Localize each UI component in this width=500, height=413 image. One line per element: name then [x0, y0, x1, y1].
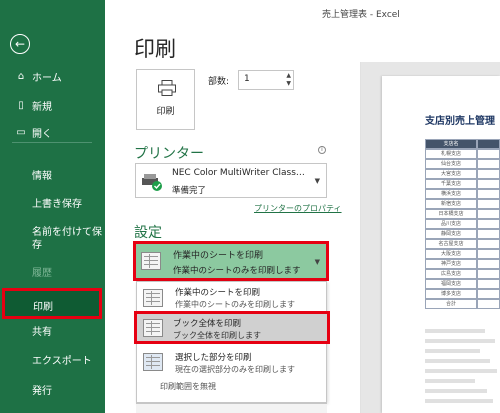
table-row: 福岡支店: [425, 279, 500, 289]
table-row: 大宮支店: [425, 169, 500, 179]
sidebar-item-save[interactable]: 上書き保存: [32, 198, 82, 211]
sidebar-item-history: 履歴: [32, 268, 52, 279]
spin-arrows-icon[interactable]: ▲ ▼: [286, 72, 291, 88]
option-title: 選択した部分を印刷: [175, 353, 252, 363]
table-row: 静岡支店: [425, 229, 500, 239]
sidebar-item-publish[interactable]: 発行: [32, 385, 52, 398]
backstage-sidebar: ← ⌂ ホーム ▯ 新規 ▭ 開く 情報 上書き保存 名前を付けて保 存 履歴 …: [0, 0, 105, 413]
option-title: ブック全体を印刷: [173, 319, 242, 329]
window-title: 売上管理表 - Excel: [322, 10, 400, 20]
workbook-icon: [143, 319, 163, 337]
sidebar-item-info[interactable]: 情報: [32, 170, 52, 183]
sidebar-item-new[interactable]: ▯ 新規: [0, 98, 105, 113]
copies-stepper[interactable]: 1 ▲ ▼: [238, 70, 294, 90]
chevron-down-icon: ▼: [314, 177, 320, 185]
table-row: 新宿支店: [425, 199, 500, 209]
table-row: 神戸支店: [425, 259, 500, 269]
option-selection[interactable]: 選択した部分を印刷 現在の選択部分のみを印刷します: [137, 348, 326, 378]
print-what-dropdown[interactable]: 作業中のシートを印刷 作業中のシートのみを印刷します ▼: [133, 241, 329, 281]
printer-name: NEC Color MultiWriter Class…: [172, 168, 305, 178]
page-title: 印刷: [134, 37, 176, 61]
table-row: 千葉支店: [425, 179, 500, 189]
option-active-sheets[interactable]: 作業中のシートを印刷 作業中のシートのみを印刷します: [137, 284, 326, 312]
option-entire-workbook[interactable]: ブック全体を印刷 ブック全体を印刷します: [134, 311, 330, 344]
settings-section-header: 設定: [134, 225, 162, 241]
print-button[interactable]: 印刷: [136, 69, 195, 130]
option-subtitle: ブック全体を印刷します: [173, 331, 261, 340]
table-row: 名古屋支店: [425, 239, 500, 249]
sidebar-item-label: 開く: [32, 129, 52, 140]
sidebar-item-label: 印刷: [33, 302, 53, 313]
sidebar-item-save-as[interactable]: 名前を付けて保: [32, 226, 102, 239]
sidebar-item-print[interactable]: 印刷: [2, 288, 102, 319]
table-row: 仙台支店: [425, 159, 500, 169]
option-title: 作業中のシートを印刷: [175, 288, 261, 298]
selection-icon: [143, 353, 163, 371]
print-what-title: 作業中のシートを印刷: [173, 251, 264, 261]
next-setting-strip: [136, 403, 327, 413]
table-row: 大阪支店: [425, 249, 500, 259]
sidebar-item-label: 新規: [32, 102, 52, 113]
printer-status-icon: [142, 174, 162, 191]
ignore-print-area-option[interactable]: 印刷範囲を無視: [160, 381, 216, 392]
preview-header-cell: 支店名: [425, 139, 477, 149]
printer-status: 準備完了: [172, 186, 207, 196]
printer-properties-link[interactable]: プリンターのプロパティ: [254, 203, 342, 214]
sidebar-item-export[interactable]: エクスポート: [32, 355, 92, 368]
table-row: 横浜支店: [425, 189, 500, 199]
preview-chart-placeholder: [425, 325, 500, 410]
table-row: 札幌支店: [425, 149, 500, 159]
printer-dropdown[interactable]: NEC Color MultiWriter Class… 準備完了 ▼: [135, 163, 327, 198]
table-row: 博多支店: [425, 289, 500, 299]
sidebar-item-label: ホーム: [32, 73, 62, 84]
info-icon[interactable]: i: [318, 146, 326, 154]
copies-value: 1: [244, 74, 250, 84]
table-row: 品川支店: [425, 219, 500, 229]
table-row: 日本橋支店: [425, 209, 500, 219]
option-subtitle: 作業中のシートのみを印刷します: [175, 300, 295, 309]
copies-label: 部数:: [208, 77, 230, 87]
sidebar-item-home[interactable]: ⌂ ホーム: [0, 69, 105, 84]
sheet-icon: [141, 252, 161, 270]
table-row: 広島支店: [425, 269, 500, 279]
print-button-label: 印刷: [156, 107, 175, 117]
back-arrow-icon[interactable]: ←: [10, 34, 30, 54]
sidebar-item-open[interactable]: ▭ 開く: [0, 125, 105, 140]
home-icon: ⌂: [17, 71, 25, 82]
sidebar-item-save-as-cont[interactable]: 存: [32, 239, 42, 252]
sidebar-divider: [12, 142, 92, 143]
new-document-icon: ▯: [18, 100, 24, 111]
printer-icon: [158, 80, 176, 96]
open-folder-icon: ▭: [16, 127, 26, 138]
option-subtitle: 現在の選択部分のみを印刷します: [175, 365, 295, 374]
table-row: 合計: [425, 299, 500, 309]
printer-section-header: プリンター: [134, 146, 204, 162]
sidebar-item-share[interactable]: 共有: [32, 326, 52, 339]
preview-title: 支店別売上管理: [425, 116, 495, 127]
print-what-subtitle: 作業中のシートのみを印刷します: [173, 266, 301, 276]
preview-table-header: 支店名: [425, 139, 500, 149]
chevron-down-icon: ▼: [314, 258, 320, 266]
sheet-icon: [143, 289, 163, 307]
